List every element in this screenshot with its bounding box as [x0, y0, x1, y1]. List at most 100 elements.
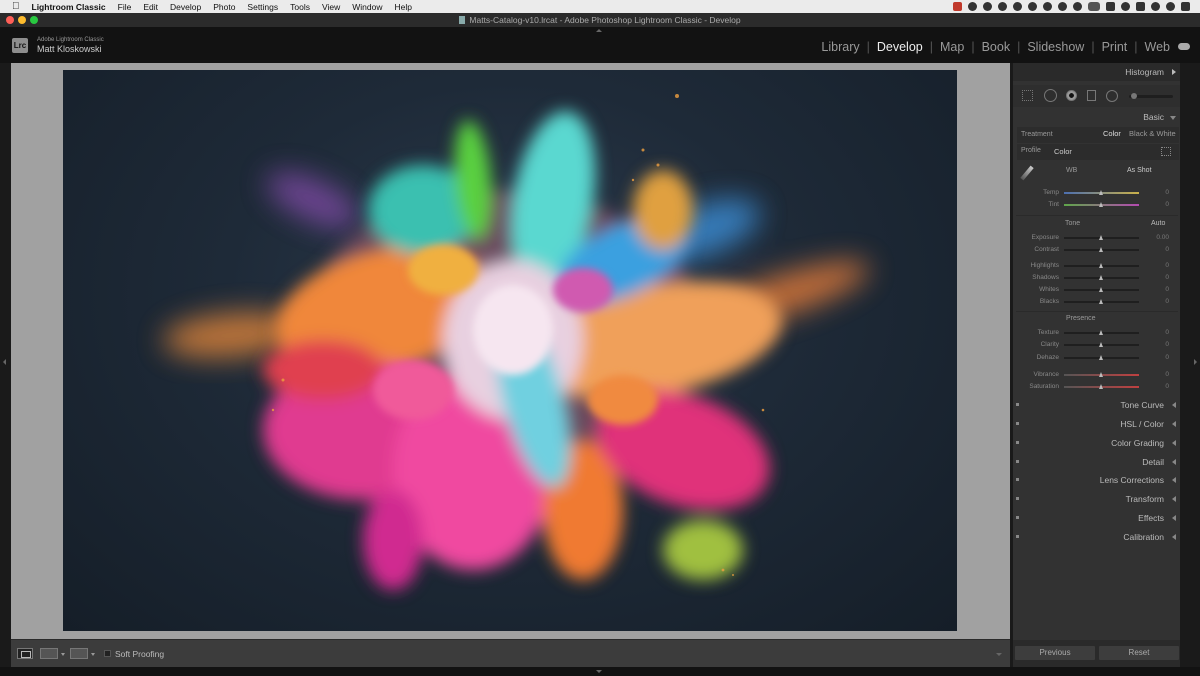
slider-saturation[interactable]: Saturation 0	[1017, 381, 1179, 393]
spotlight-icon[interactable]	[1151, 2, 1160, 11]
soft-proofing-checkbox[interactable]	[104, 650, 111, 657]
graduated-filter-icon[interactable]	[1087, 90, 1096, 101]
reset-button[interactable]: Reset	[1099, 646, 1179, 660]
slider-value[interactable]: 0	[1165, 246, 1169, 253]
slider-temp[interactable]: Temp 0	[1017, 187, 1179, 199]
tray-app-icon[interactable]	[983, 2, 992, 11]
auto-tone-button[interactable]: Auto	[1151, 220, 1165, 227]
toggle-icon[interactable]	[1088, 2, 1100, 11]
basic-panel-header[interactable]: Basic	[1013, 108, 1180, 126]
panel-switch-icon[interactable]	[1016, 497, 1019, 500]
tray-app-icon[interactable]	[1043, 2, 1052, 11]
photo-preview[interactable]	[63, 70, 957, 631]
histogram-panel-header[interactable]: Histogram	[1013, 63, 1180, 81]
toolbar-menu-icon[interactable]	[996, 653, 1002, 656]
module-web[interactable]: Web	[1145, 40, 1170, 54]
slider-clarity[interactable]: Clarity 0	[1017, 339, 1179, 351]
panel-switch-icon[interactable]	[1016, 460, 1019, 463]
adjustment-brush-icon[interactable]	[1131, 93, 1137, 99]
hsl-panel-header[interactable]: HSL / Color	[1013, 415, 1180, 433]
chevron-down-icon[interactable]	[91, 653, 95, 656]
slider-knob[interactable]	[1099, 247, 1103, 252]
previous-button[interactable]: Previous	[1015, 646, 1095, 660]
slider-highlights[interactable]: Highlights 0	[1017, 260, 1179, 272]
module-library[interactable]: Library	[821, 40, 859, 54]
slider-value[interactable]: 0	[1165, 354, 1169, 361]
slider-value[interactable]: 0	[1165, 383, 1169, 390]
slider-knob[interactable]	[1099, 202, 1103, 207]
slider-value[interactable]: 0	[1165, 341, 1169, 348]
chevron-down-icon[interactable]	[61, 653, 65, 656]
tone-curve-panel-header[interactable]: Tone Curve	[1013, 396, 1180, 414]
tray-app-icon[interactable]	[1073, 2, 1082, 11]
menu-window[interactable]: Window	[352, 2, 382, 12]
module-slideshow[interactable]: Slideshow	[1027, 40, 1084, 54]
zoom-window-button[interactable]	[30, 16, 38, 24]
wifi-icon[interactable]	[1121, 2, 1130, 11]
radial-filter-icon[interactable]	[1106, 90, 1118, 102]
siri-icon[interactable]	[1166, 2, 1175, 11]
before-after-button[interactable]	[40, 648, 58, 659]
tray-app-icon[interactable]	[968, 2, 977, 11]
slider-value[interactable]: 0	[1165, 329, 1169, 336]
right-panel-scrollbar[interactable]	[1180, 63, 1190, 667]
slider-contrast[interactable]: Contrast 0	[1017, 244, 1179, 256]
slider-blacks[interactable]: Blacks 0	[1017, 296, 1179, 308]
slider-texture[interactable]: Texture 0	[1017, 327, 1179, 339]
close-window-button[interactable]	[6, 16, 14, 24]
spot-removal-icon[interactable]	[1044, 89, 1057, 102]
eyedropper-icon[interactable]	[1020, 165, 1034, 181]
slider-knob[interactable]	[1099, 275, 1103, 280]
panel-switch-icon[interactable]	[1016, 422, 1019, 425]
slider-whites[interactable]: Whites 0	[1017, 284, 1179, 296]
slider-knob[interactable]	[1099, 287, 1103, 292]
module-print[interactable]: Print	[1102, 40, 1128, 54]
slider-knob[interactable]	[1099, 299, 1103, 304]
cloud-sync-icon[interactable]	[1178, 43, 1190, 50]
left-panel-collapsed[interactable]	[0, 63, 11, 667]
panel-switch-icon[interactable]	[1016, 441, 1019, 444]
battery-icon[interactable]	[1136, 2, 1145, 11]
panel-switch-icon[interactable]	[1016, 403, 1019, 406]
color-grading-panel-header[interactable]: Color Grading	[1013, 434, 1180, 452]
airplay-icon[interactable]	[1106, 2, 1115, 11]
menu-app-name[interactable]: Lightroom Classic	[32, 2, 106, 12]
profile-browser-icon[interactable]	[1161, 147, 1171, 156]
module-map[interactable]: Map	[940, 40, 964, 54]
transform-panel-header[interactable]: Transform	[1013, 490, 1180, 508]
right-panel-edge[interactable]	[1190, 63, 1200, 667]
red-eye-icon[interactable]	[1066, 90, 1077, 101]
panel-switch-icon[interactable]	[1016, 478, 1019, 481]
expand-left-panel-icon[interactable]	[3, 359, 6, 365]
slider-value[interactable]: 0.00	[1156, 234, 1169, 241]
menu-view[interactable]: View	[322, 2, 340, 12]
menu-edit[interactable]: Edit	[143, 2, 158, 12]
slider-knob[interactable]	[1099, 235, 1103, 240]
slider-value[interactable]: 0	[1165, 371, 1169, 378]
treatment-bw-option[interactable]: Black & White	[1129, 129, 1176, 138]
slider-exposure[interactable]: Exposure 0.00	[1017, 232, 1179, 244]
effects-panel-header[interactable]: Effects	[1013, 509, 1180, 527]
slider-value[interactable]: 0	[1165, 286, 1169, 293]
menu-settings[interactable]: Settings	[247, 2, 278, 12]
slider-knob[interactable]	[1099, 330, 1103, 335]
tray-app-icon[interactable]	[1013, 2, 1022, 11]
panel-switch-icon[interactable]	[1016, 516, 1019, 519]
minimize-window-button[interactable]	[18, 16, 26, 24]
before-after-swap-button[interactable]	[70, 648, 88, 659]
lens-corrections-panel-header[interactable]: Lens Corrections	[1013, 471, 1180, 489]
tray-app-icon[interactable]	[1058, 2, 1067, 11]
slider-vibrance[interactable]: Vibrance 0	[1017, 369, 1179, 381]
apple-icon[interactable]: 	[12, 1, 20, 12]
slider-knob[interactable]	[1099, 190, 1103, 195]
slider-value[interactable]: 0	[1165, 262, 1169, 269]
filmstrip-collapsed[interactable]	[0, 667, 1200, 676]
menu-file[interactable]: File	[118, 2, 132, 12]
crop-tool-icon[interactable]	[1022, 90, 1033, 101]
profile-select[interactable]: Color	[1054, 147, 1072, 156]
slider-shadows[interactable]: Shadows 0	[1017, 272, 1179, 284]
slider-value[interactable]: 0	[1165, 189, 1169, 196]
slider-knob[interactable]	[1099, 263, 1103, 268]
slider-dehaze[interactable]: Dehaze 0	[1017, 352, 1179, 364]
wb-select[interactable]: As Shot	[1127, 167, 1152, 174]
